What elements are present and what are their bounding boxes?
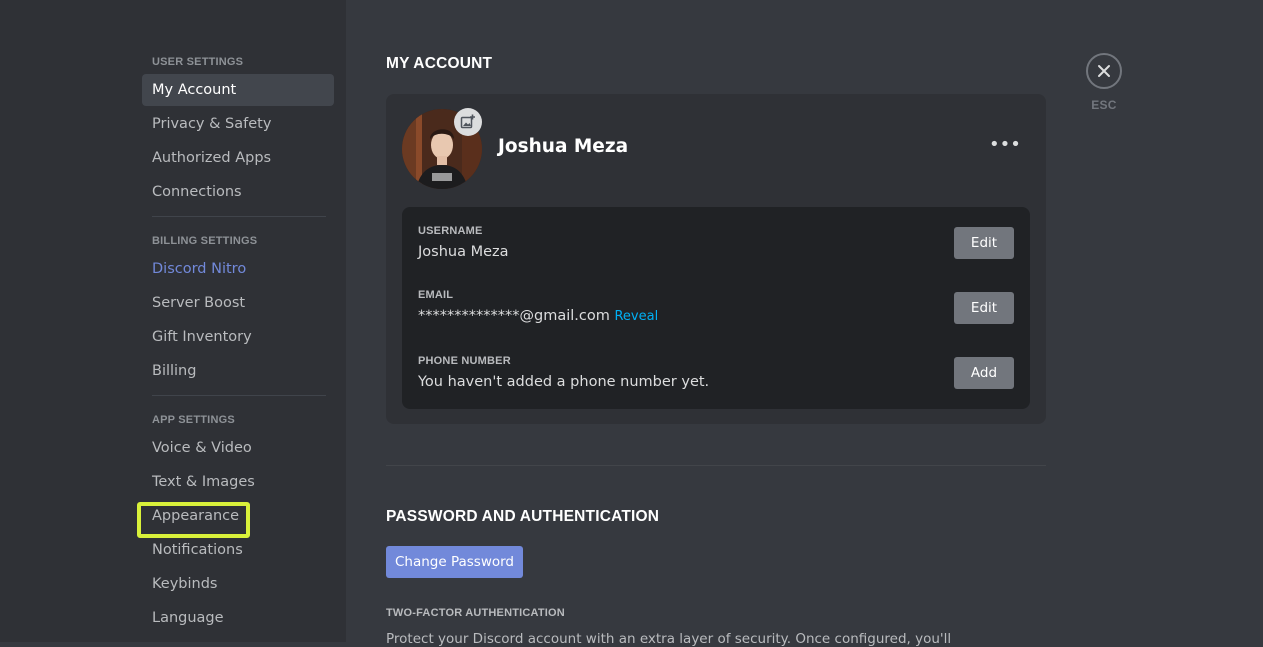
close-settings: ESC <box>1086 53 1122 112</box>
sidebar-item-my-account[interactable]: My Account <box>142 74 334 106</box>
user-settings-header: USER SETTINGS <box>152 56 244 68</box>
sidebar-divider <box>152 216 326 217</box>
close-icon <box>1098 65 1110 77</box>
two-factor-label: TWO-FACTOR AUTHENTICATION <box>386 607 565 619</box>
more-options-button[interactable]: ••• <box>989 136 1021 159</box>
profile-display-name: Joshua Meza <box>498 136 629 157</box>
username-field: USERNAME Joshua Meza <box>418 225 509 260</box>
email-label: EMAIL <box>418 289 454 301</box>
sidebar-item-appearance[interactable]: Appearance <box>142 500 334 532</box>
sidebar-divider <box>152 395 326 396</box>
close-button[interactable] <box>1086 53 1122 89</box>
add-avatar-button[interactable] <box>454 108 482 136</box>
edit-email-button[interactable]: Edit <box>954 292 1014 324</box>
sidebar-item-text-images[interactable]: Text & Images <box>142 466 334 498</box>
username-value: Joshua Meza <box>418 244 509 260</box>
two-factor-description: Protect your Discord account with an ext… <box>386 631 952 647</box>
phone-label: PHONE NUMBER <box>418 355 511 367</box>
sidebar-item-notifications[interactable]: Notifications <box>142 534 334 566</box>
more-icon: ••• <box>989 134 1021 155</box>
sidebar-item-authorized-apps[interactable]: Authorized Apps <box>142 142 334 174</box>
add-image-icon <box>460 114 475 129</box>
esc-label: ESC <box>1091 98 1117 112</box>
account-fields-panel: USERNAME Joshua Meza Edit EMAIL ********… <box>402 207 1030 409</box>
email-value-row: **************@gmail.com Reveal <box>418 308 658 324</box>
phone-field: PHONE NUMBER You haven't added a phone n… <box>418 355 709 390</box>
sidebar-item-keybinds[interactable]: Keybinds <box>142 568 334 600</box>
email-value: **************@gmail.com <box>418 308 610 324</box>
email-field: EMAIL **************@gmail.com Reveal <box>418 289 658 324</box>
account-card: Joshua Meza ••• USERNAME Joshua Meza Edi… <box>386 94 1046 424</box>
sidebar-item-voice-video[interactable]: Voice & Video <box>142 432 334 464</box>
change-password-button[interactable]: Change Password <box>386 546 523 578</box>
sidebar-item-gift-inventory[interactable]: Gift Inventory <box>142 321 334 353</box>
edit-username-button[interactable]: Edit <box>954 227 1014 259</box>
settings-sidebar: USER SETTINGS My Account Privacy & Safet… <box>0 0 346 642</box>
sidebar-item-language[interactable]: Language <box>142 602 334 634</box>
section-divider <box>386 465 1046 466</box>
add-phone-button[interactable]: Add <box>954 357 1014 389</box>
sidebar-item-connections[interactable]: Connections <box>142 176 334 208</box>
sidebar-item-billing[interactable]: Billing <box>142 355 334 387</box>
password-section-title: PASSWORD AND AUTHENTICATION <box>386 508 660 525</box>
billing-settings-header: BILLING SETTINGS <box>152 235 258 247</box>
sidebar-item-discord-nitro[interactable]: Discord Nitro <box>142 253 334 285</box>
sidebar-item-server-boost[interactable]: Server Boost <box>142 287 334 319</box>
sidebar-item-privacy-safety[interactable]: Privacy & Safety <box>142 108 334 140</box>
sidebar-nav: USER SETTINGS My Account Privacy & Safet… <box>142 46 334 636</box>
page-title: MY ACCOUNT <box>386 55 493 72</box>
reveal-email-link[interactable]: Reveal <box>614 309 658 324</box>
phone-value: You haven't added a phone number yet. <box>418 374 710 390</box>
app-settings-header: APP SETTINGS <box>152 414 235 426</box>
username-label: USERNAME <box>418 225 483 237</box>
